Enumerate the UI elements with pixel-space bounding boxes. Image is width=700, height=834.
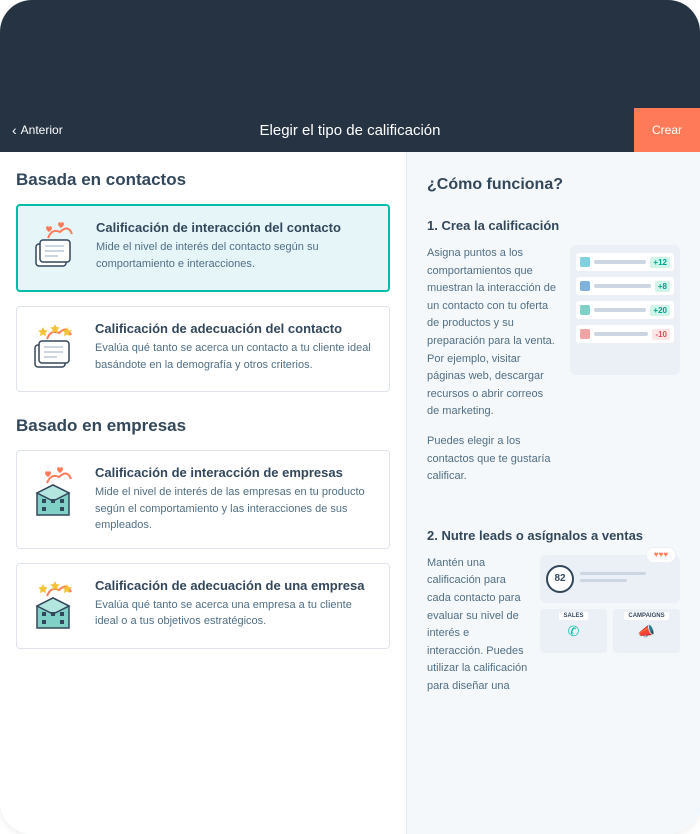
- right-panel: ¿Cómo funciona? 1. Crea la calificación …: [406, 152, 700, 834]
- score-badge: +20: [650, 305, 670, 316]
- card-title: Calificación de interacción del contacto: [96, 220, 374, 235]
- step1-body: Asigna puntos a los comportamientos que …: [427, 245, 680, 498]
- campaigns-label: CAMPAIGNS: [624, 612, 668, 620]
- card-title: Calificación de interacción de empresas: [95, 465, 375, 480]
- score-badge: +8: [655, 281, 670, 292]
- step1-text: Asigna puntos a los comportamientos que …: [427, 245, 558, 498]
- step2-title: 2. Nutre leads o asígnalos a ventas: [427, 528, 680, 543]
- card-body: Calificación de interacción de empresas …: [95, 465, 375, 534]
- section-heading-companies: Basado en empresas: [16, 416, 390, 436]
- megaphone-icon: 📣: [638, 623, 655, 640]
- toolbar: ‹ Anterior Elegir el tipo de calificació…: [0, 108, 700, 152]
- step2-illustration: ♥♥♥ 82 SALES ✆ CAMPAIGNS: [540, 555, 680, 696]
- card-contact-engagement[interactable]: Calificación de interacción del contacto…: [16, 204, 390, 292]
- back-label: Anterior: [21, 123, 63, 137]
- card-company-fit[interactable]: Calificación de adecuación de una empres…: [16, 563, 390, 649]
- dark-header: ‹ Anterior Elegir el tipo de calificació…: [0, 0, 700, 152]
- page-title: Elegir el tipo de calificación: [260, 122, 441, 139]
- chevron-left-icon: ‹: [12, 122, 17, 138]
- step2-text: Mantén una calificación para cada contac…: [427, 555, 528, 696]
- contact-fit-icon: [27, 321, 83, 377]
- step1-illustration: +12 +8 +20: [570, 245, 680, 375]
- card-body: Calificación de interacción del contacto…: [96, 220, 374, 276]
- howto-title: ¿Cómo funciona?: [427, 176, 680, 194]
- company-engagement-icon: [27, 465, 83, 521]
- app-frame: ‹ Anterior Elegir el tipo de calificació…: [0, 0, 700, 834]
- phone-icon: ✆: [568, 623, 580, 640]
- card-body: Calificación de adecuación del contacto …: [95, 321, 375, 377]
- card-body: Calificación de adecuación de una empres…: [95, 578, 375, 634]
- content-area: Basada en contactos: [0, 152, 700, 834]
- contact-engagement-icon: [28, 220, 84, 276]
- step1-text2: Puedes elegir a los contactos que te gus…: [427, 433, 558, 486]
- card-company-engagement[interactable]: Calificación de interacción de empresas …: [16, 450, 390, 549]
- step1-text1: Asigna puntos a los comportamientos que …: [427, 245, 558, 421]
- card-desc: Mide el nivel de interés del contacto se…: [96, 239, 374, 272]
- left-panel: Basada en contactos: [0, 152, 406, 834]
- card-contact-fit[interactable]: Calificación de adecuación del contacto …: [16, 306, 390, 392]
- score-circle: 82: [546, 565, 574, 593]
- card-desc: Mide el nivel de interés de las empresas…: [95, 484, 375, 534]
- score-badge: -10: [652, 329, 670, 340]
- back-button[interactable]: ‹ Anterior: [12, 122, 63, 138]
- hearts-icon: ♥♥♥: [646, 547, 676, 563]
- card-title: Calificación de adecuación de una empres…: [95, 578, 375, 593]
- company-fit-icon: [27, 578, 83, 634]
- step1-title: 1. Crea la calificación: [427, 218, 680, 233]
- card-desc: Evalúa qué tanto se acerca una empresa a…: [95, 597, 375, 630]
- score-badge: +12: [650, 257, 670, 268]
- step2-body: Mantén una calificación para cada contac…: [427, 555, 680, 696]
- create-button[interactable]: Crear: [634, 108, 700, 152]
- card-desc: Evalúa qué tanto se acerca un contacto a…: [95, 340, 375, 373]
- sales-label: SALES: [559, 612, 587, 620]
- section-heading-contacts: Basada en contactos: [16, 170, 390, 190]
- card-title: Calificación de adecuación del contacto: [95, 321, 375, 336]
